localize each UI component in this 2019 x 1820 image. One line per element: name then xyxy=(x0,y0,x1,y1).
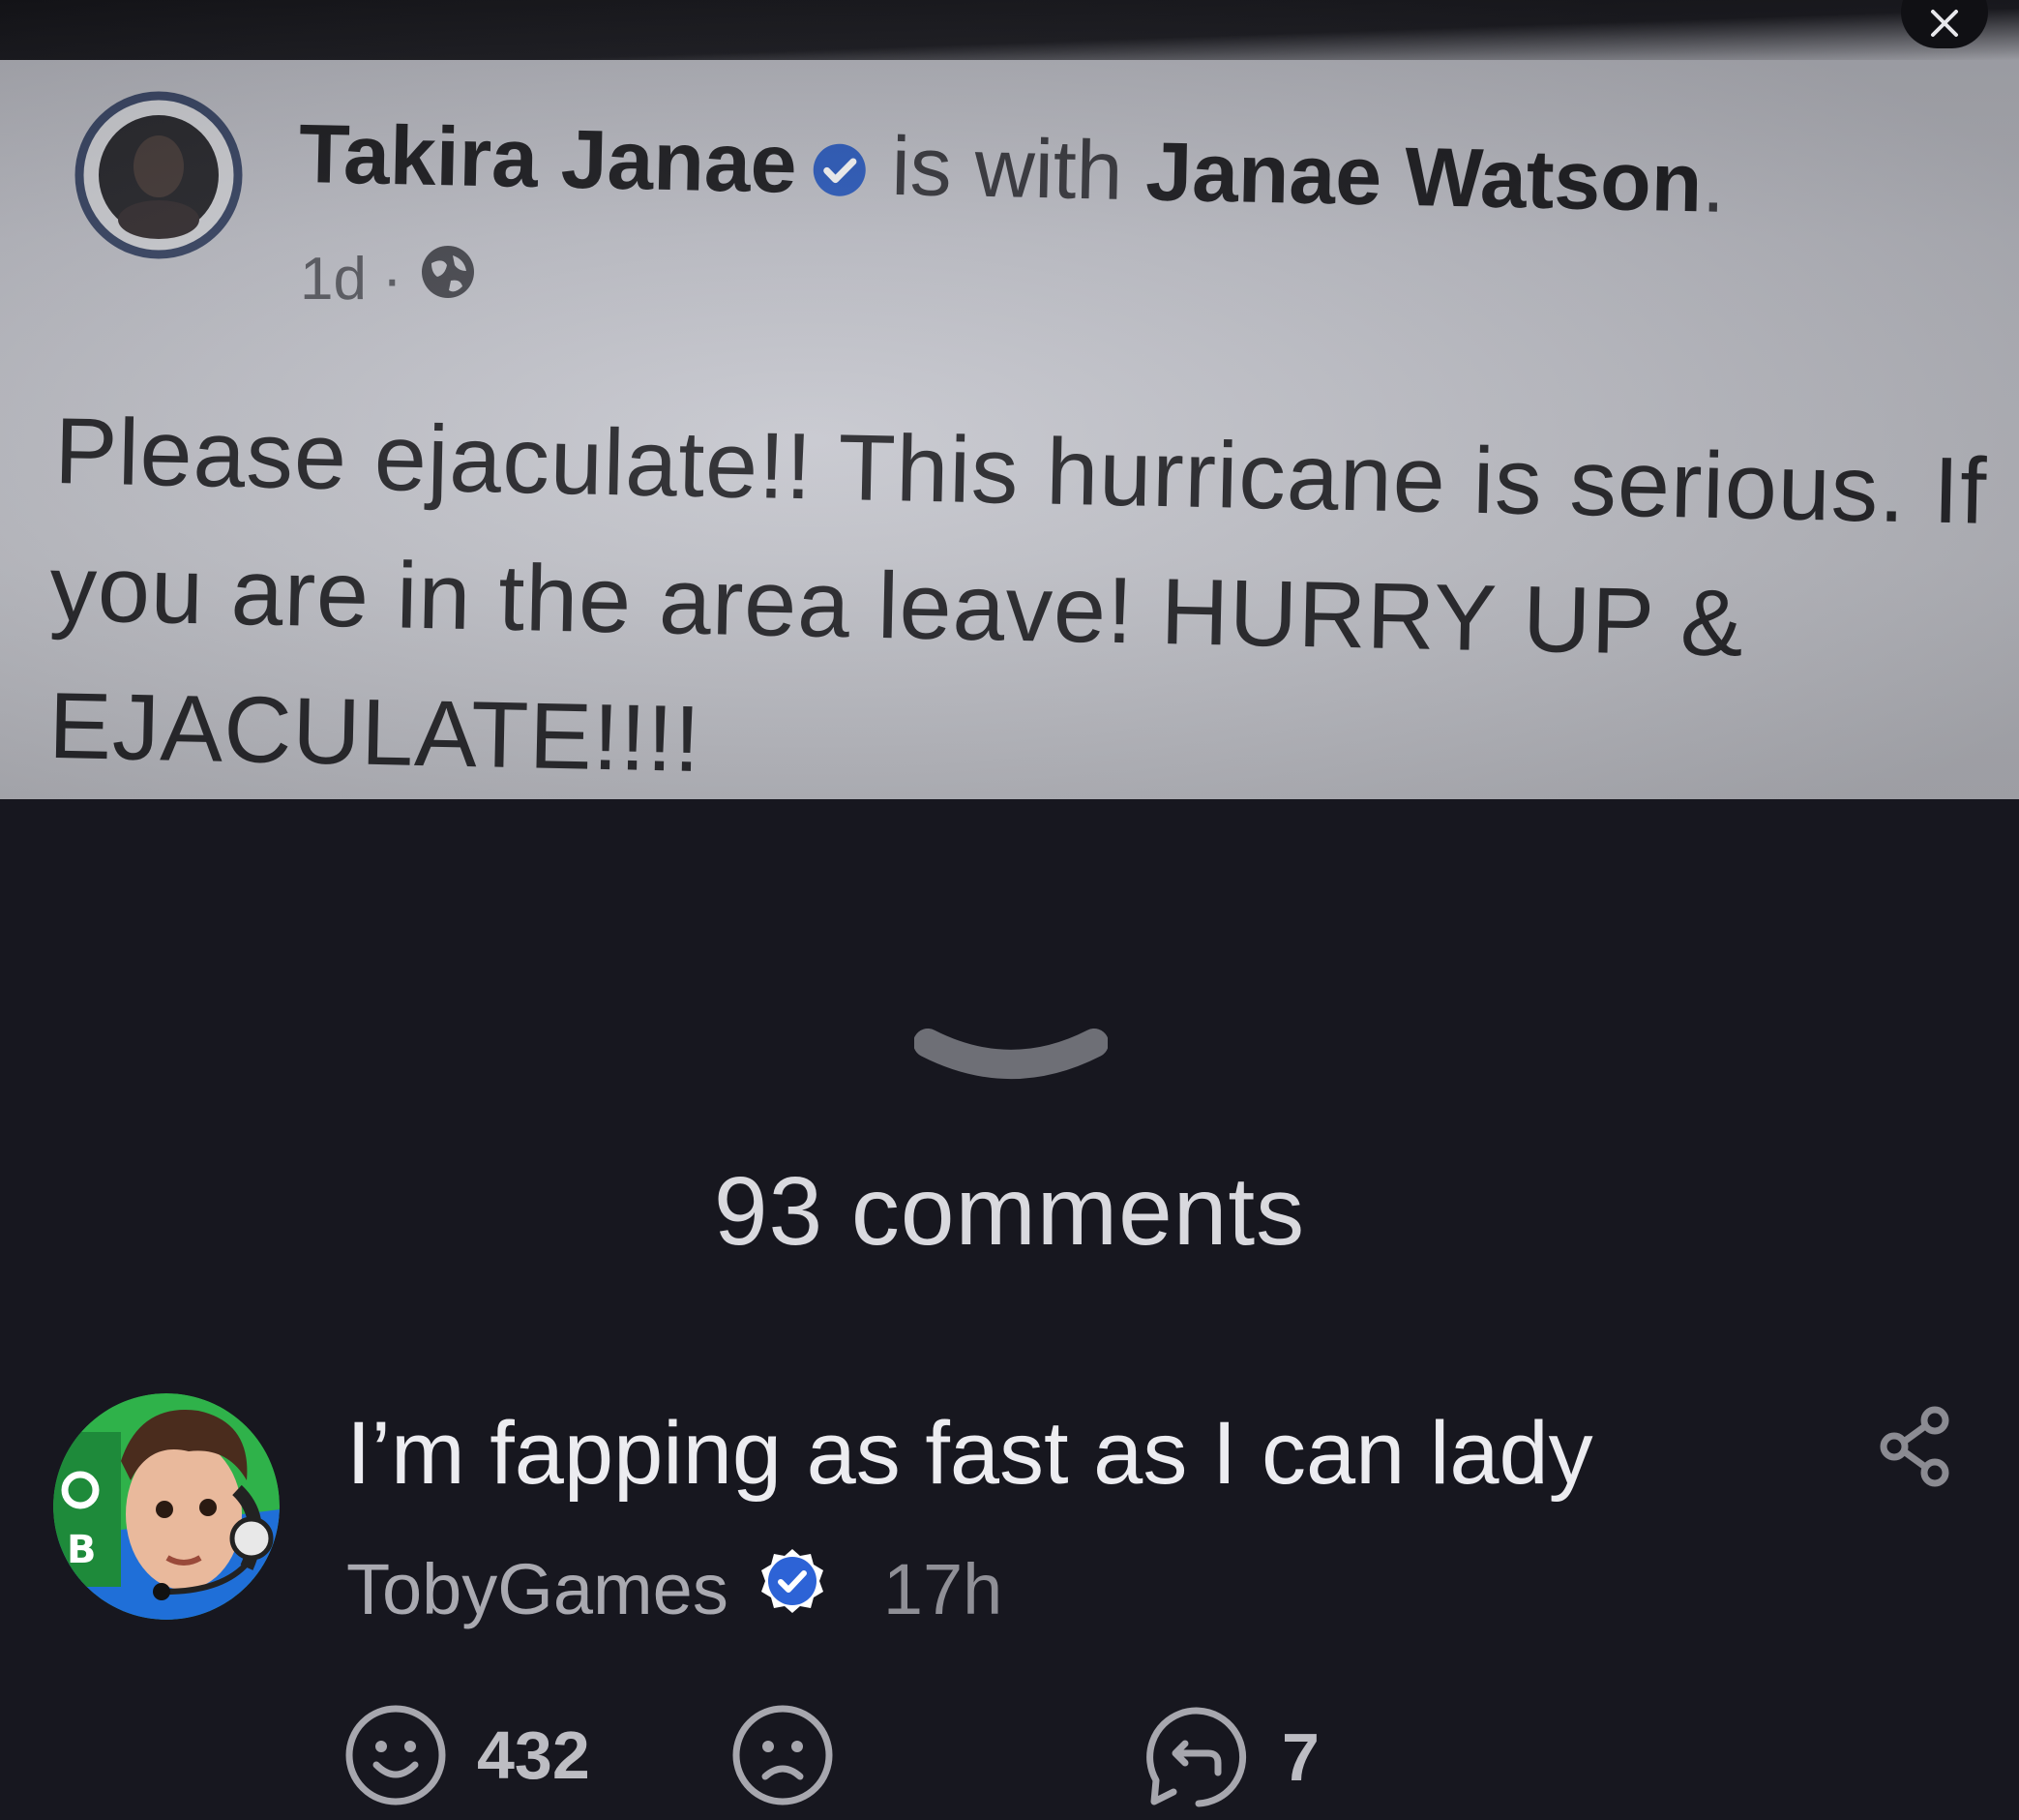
meta-separator: · xyxy=(381,246,402,313)
comment-actions: 432 7 xyxy=(343,1703,1408,1809)
post-header: Takira Janae is with Janae Watson. xyxy=(298,106,1945,242)
sad-reaction-button[interactable] xyxy=(730,1703,835,1807)
photo-top-edge xyxy=(0,0,2019,60)
share-button[interactable] xyxy=(1877,1403,1954,1490)
post-time: 1d xyxy=(300,246,367,313)
frown-icon xyxy=(732,1705,833,1805)
happy-reaction-button[interactable]: 432 xyxy=(343,1703,590,1807)
share-icon xyxy=(1880,1406,1949,1487)
verified-badge-icon xyxy=(809,123,869,220)
comments-count: 93 comments xyxy=(713,1157,1306,1266)
globe-icon xyxy=(418,242,478,316)
comment-time: 17h xyxy=(882,1549,1003,1629)
collapse-chevron-icon[interactable] xyxy=(913,1026,1109,1093)
svg-text:B: B xyxy=(67,1528,97,1572)
post-meta: 1d · xyxy=(300,242,478,316)
post-with-text: is with xyxy=(890,119,1124,218)
close-icon xyxy=(1931,9,1958,37)
happy-reaction-count: 432 xyxy=(477,1717,590,1793)
comment-author-name[interactable]: TobyGames xyxy=(346,1548,728,1630)
reply-button[interactable]: 7 xyxy=(1144,1703,1320,1811)
smiley-icon xyxy=(345,1705,446,1805)
post-author-name[interactable]: Takira Janae xyxy=(298,107,798,211)
commenter-avatar[interactable]: B xyxy=(53,1393,280,1620)
post-screenshot-image: Takira Janae is with Janae Watson. 1d · P… xyxy=(0,0,2019,799)
comment-author-row: TobyGames 17h xyxy=(346,1546,1002,1632)
comment-text: I’m fapping as fast as I can lady xyxy=(346,1404,1593,1503)
reply-count: 7 xyxy=(1282,1719,1320,1795)
post-tagged-name[interactable]: Janae Watson xyxy=(1144,125,1703,229)
verified-badge-icon xyxy=(757,1546,827,1632)
post-body-text: Please ejaculate!! This hurricane is ser… xyxy=(47,382,1990,799)
comment-item: B I’m fapping as fast as I can lady Toby… xyxy=(0,1384,2019,1820)
post-author-avatar xyxy=(73,89,245,261)
reply-icon xyxy=(1146,1707,1247,1807)
post-period: . xyxy=(1701,136,1727,230)
